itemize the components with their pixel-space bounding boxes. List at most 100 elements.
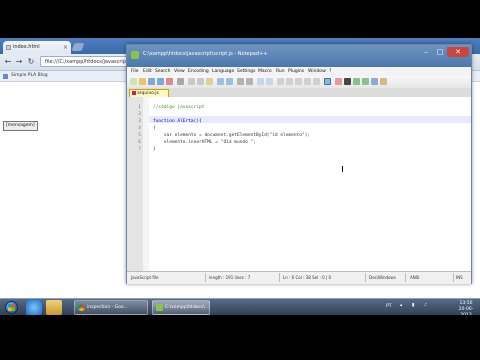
print-icon[interactable] (177, 78, 184, 85)
language-icon[interactable] (324, 78, 331, 85)
new-tab-button[interactable] (71, 43, 85, 51)
code-editor[interactable]: 1 //código javascript 2 3 function AlErta(){… (127, 97, 471, 271)
back-icon[interactable]: ← (3, 57, 13, 67)
save-icon[interactable] (148, 78, 155, 85)
replace-icon[interactable] (246, 78, 253, 85)
task-notepadpp[interactable]: C:\xampp\htdocs\... (152, 300, 210, 315)
title-bar[interactable]: C:\xampp\htdocs\javascript\script.js - N… (127, 45, 471, 67)
maximize-button[interactable]: □ (433, 47, 447, 57)
all-chars-icon[interactable] (304, 78, 311, 85)
play-macro-icon[interactable] (353, 78, 360, 85)
line-number: 1 (138, 105, 141, 110)
sync-h-icon[interactable] (286, 78, 293, 85)
menu-search[interactable]: Search (155, 68, 170, 75)
bookmark-icon (3, 74, 8, 79)
window-title: C:\xampp\htdocs\javascript\script.js - N… (143, 51, 268, 57)
status-file-type: JavaScript file (131, 275, 159, 280)
sync-v-icon[interactable] (277, 78, 284, 85)
code-line[interactable]: //código javascript (153, 105, 204, 110)
status-length: length : 191 lines : 7 (209, 275, 251, 280)
code-line[interactable]: function AlErta(){ (153, 119, 202, 124)
code-line[interactable]: { (153, 126, 156, 131)
explorer-icon[interactable] (46, 300, 62, 315)
status-insert-mode: INS (456, 275, 463, 280)
zoom-in-icon[interactable] (257, 78, 264, 85)
start-button[interactable] (2, 299, 20, 316)
windows-logo-icon (8, 304, 15, 311)
chrome-tab[interactable]: index.html × (3, 41, 71, 54)
spellcheck-icon[interactable] (380, 78, 387, 85)
minimize-button[interactable]: – (419, 47, 433, 57)
page-button[interactable]: [mensagem] (3, 121, 38, 131)
address-bar[interactable]: file:///C:/xampp/htdocs/javascript/index… (40, 56, 130, 67)
close-button[interactable]: ✕ (447, 47, 469, 57)
letterbox-top (0, 0, 480, 38)
open-file-icon[interactable] (139, 78, 146, 85)
menu-encoding[interactable]: Encoding (188, 68, 209, 75)
line-number: 5 (138, 133, 141, 138)
fold-margin (143, 97, 149, 271)
line-number: 2 (138, 112, 141, 117)
volume-icon[interactable]: ♪ (424, 303, 427, 308)
indent-guide-icon[interactable] (313, 78, 320, 85)
task-chrome[interactable]: inspection - Goo... (74, 300, 148, 315)
screen: index.html × ← → ↻ file:///C:/xampp/htdo… (0, 0, 480, 360)
language-indicator[interactable]: PT (386, 304, 391, 309)
code-line[interactable]: elemento.innerHTML = "Olá mundo "; (153, 140, 256, 145)
close-icon[interactable]: × (63, 41, 68, 54)
tab-file[interactable]: arquivo.js (129, 89, 169, 97)
page-icon (6, 45, 11, 50)
line-number: 4 (138, 126, 141, 131)
menu-bar: File Edit Search View Encoding Language … (127, 67, 471, 76)
line-number: 3 (138, 119, 141, 124)
forward-icon[interactable]: → (14, 57, 24, 67)
notepadpp-icon (156, 304, 163, 311)
menu-window[interactable]: Window (308, 68, 326, 75)
document-tabs: arquivo.js (127, 88, 471, 97)
close-file-icon[interactable] (166, 78, 173, 85)
letterbox-bottom (0, 315, 480, 360)
record-macro-icon[interactable] (335, 78, 342, 85)
ie-icon[interactable] (26, 300, 42, 315)
reload-icon[interactable]: ↻ (26, 57, 36, 67)
system-tray: PT ▴ ▮ ♪ 13:50 20-06-2013 (380, 299, 480, 318)
play-multiple-icon[interactable] (362, 78, 369, 85)
save-all-icon[interactable] (157, 78, 164, 85)
bookmark-item[interactable]: Simple PLA Blog (3, 72, 48, 80)
zoom-out-icon[interactable] (266, 78, 273, 85)
stop-macro-icon[interactable] (344, 78, 351, 85)
network-icon[interactable]: ▮ (412, 303, 414, 308)
status-bar: JavaScript file length : 191 lines : 7 L… (127, 271, 471, 284)
taskbar: inspection - Goo... C:\xampp\htdocs\... … (0, 298, 480, 318)
copy-icon[interactable] (197, 78, 204, 85)
menu-macro[interactable]: Macro (258, 68, 272, 75)
redo-icon[interactable] (226, 78, 233, 85)
chrome-icon (78, 304, 85, 311)
find-icon[interactable] (237, 78, 244, 85)
paste-icon[interactable] (206, 78, 213, 85)
text-cursor (342, 166, 343, 172)
menu-language[interactable]: Language (212, 68, 234, 75)
menu-view[interactable]: View (174, 68, 185, 75)
notepadpp-window: C:\xampp\htdocs\javascript\script.js - N… (126, 44, 472, 284)
show-hidden-icons[interactable]: ▴ (400, 303, 402, 308)
save-macro-icon[interactable] (371, 78, 378, 85)
notepadpp-icon (131, 51, 139, 59)
word-wrap-icon[interactable] (295, 78, 302, 85)
status-encoding: ANSI (410, 275, 420, 280)
menu-edit[interactable]: Edit (143, 68, 152, 75)
menu-settings[interactable]: Settings (237, 68, 255, 75)
menu-plugins[interactable]: Plugins (288, 68, 304, 75)
status-eol: Dos\Windows (369, 275, 396, 280)
menu-file[interactable]: File (131, 68, 139, 75)
code-line[interactable]: var elemento = document.getElementById("… (153, 133, 310, 138)
task-chrome-label: inspection - Goo... (87, 305, 128, 310)
new-file-icon[interactable] (130, 78, 137, 85)
code-line[interactable]: } (153, 147, 156, 152)
chrome-tab-title: index.html (13, 44, 40, 50)
undo-icon[interactable] (217, 78, 224, 85)
unsaved-icon (132, 91, 136, 95)
menu-run[interactable]: Run (276, 68, 285, 75)
cut-icon[interactable] (188, 78, 195, 85)
menu-help[interactable]: ? (329, 68, 331, 75)
